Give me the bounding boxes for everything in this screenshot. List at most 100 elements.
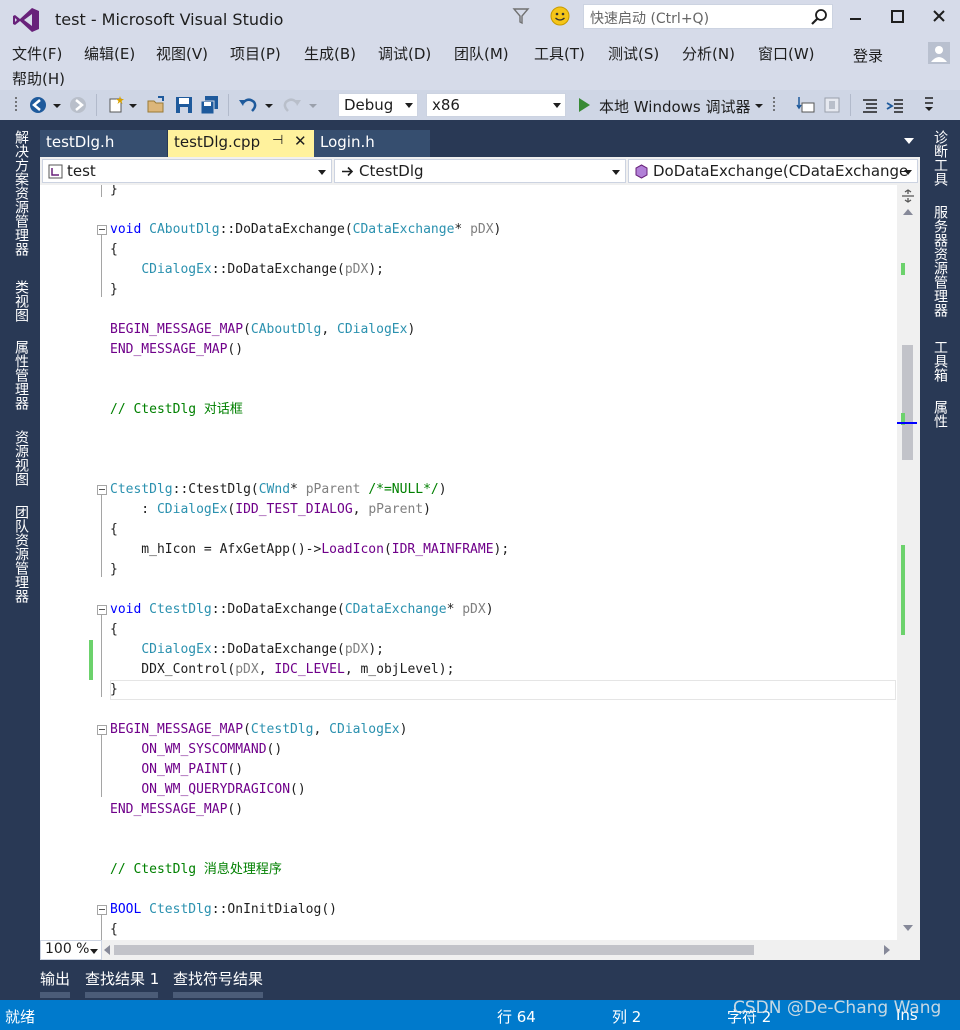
toolbox-tab[interactable]: 工具箱 <box>930 340 950 382</box>
resource-view-tab[interactable]: 资源视图 <box>11 430 31 486</box>
class-view-tab[interactable]: 类视图 <box>11 280 31 322</box>
menu-build[interactable]: 生成(B) <box>304 43 356 64</box>
vertical-scrollbar[interactable] <box>897 185 920 940</box>
pin-tab-icon[interactable]: ⊣ <box>272 133 283 148</box>
save-all-icon[interactable] <box>200 95 220 115</box>
scrollbar-thumb[interactable] <box>902 345 913 460</box>
change-marker <box>901 263 905 275</box>
debugger-dropdown-icon[interactable] <box>754 95 764 115</box>
close-button[interactable] <box>924 5 954 29</box>
menu-tools[interactable]: 工具(T) <box>534 43 585 64</box>
open-file-icon[interactable] <box>146 95 166 115</box>
menu-window[interactable]: 窗口(W) <box>758 43 815 64</box>
save-icon[interactable] <box>174 95 194 115</box>
solution-configuration-select[interactable]: Debug <box>338 93 418 117</box>
chevron-down-icon <box>318 170 326 175</box>
feedback-smiley-icon[interactable] <box>549 5 571 27</box>
find-in-files-icon[interactable] <box>796 95 816 115</box>
collapse-icon[interactable] <box>97 225 107 235</box>
new-project-dropdown-icon[interactable] <box>128 95 138 115</box>
document-tab-strip: testDlg.h testDlg.cpp ⊣ ✕ Login.h <box>40 130 920 157</box>
menu-file[interactable]: 文件(F) <box>12 43 62 64</box>
collapse-icon[interactable] <box>97 905 107 915</box>
menu-test[interactable]: 测试(S) <box>608 43 659 64</box>
uncomment-icon[interactable] <box>886 95 906 115</box>
account-avatar-icon[interactable] <box>928 42 950 64</box>
horizontal-scrollbar[interactable] <box>104 940 894 960</box>
navigate-forward-icon[interactable] <box>68 95 88 115</box>
tab-overflow-icon[interactable] <box>904 138 914 144</box>
team-explorer-tab[interactable]: 团队资源管理器 <box>11 505 31 603</box>
solution-explorer-tab[interactable]: 解决方案资源管理器 <box>11 130 31 256</box>
tab-testdlg-cpp[interactable]: testDlg.cpp <box>168 130 314 157</box>
outline-guide <box>101 495 102 577</box>
menu-edit[interactable]: 编辑(E) <box>84 43 135 64</box>
redo-icon[interactable] <box>282 95 302 115</box>
quick-launch-placeholder: 快速启动 (Ctrl+Q) <box>590 11 710 27</box>
toolbar-overflow-icon[interactable] <box>922 95 936 115</box>
code-editor[interactable]: } void CAboutDlg::DoDataExchange(CDataEx… <box>40 185 920 940</box>
sign-in-link[interactable]: 登录 <box>853 45 883 66</box>
bookmark-icon[interactable] <box>822 95 842 115</box>
solution-platform-select[interactable]: x86 <box>426 93 566 117</box>
menu-team[interactable]: 团队(M) <box>454 43 509 64</box>
tab-login-h[interactable]: Login.h <box>314 130 430 157</box>
zoom-select[interactable]: 100 % <box>40 940 102 960</box>
split-window-icon[interactable] <box>900 189 916 203</box>
line-indicator: 行 64 <box>497 1008 536 1026</box>
project-value: test <box>67 162 96 180</box>
scrollbar-thumb[interactable] <box>114 945 754 955</box>
menu-help[interactable]: 帮助(H) <box>12 68 65 89</box>
undo-dropdown-icon[interactable] <box>264 95 274 115</box>
code-line: BOOL CtestDlg::OnInitDialog() <box>110 902 337 917</box>
search-icon[interactable] <box>810 8 828 26</box>
project-select[interactable]: test <box>42 159 332 183</box>
code-line: END_MESSAGE_MAP() <box>110 342 244 357</box>
property-manager-tab[interactable]: 属性管理器 <box>11 340 31 410</box>
find-results-1-tab[interactable]: 查找结果 1 <box>85 968 159 989</box>
scroll-left-icon[interactable] <box>104 945 110 955</box>
tab-indicator <box>85 992 158 998</box>
maximize-button[interactable] <box>882 5 912 29</box>
find-symbol-results-tab[interactable]: 查找符号结果 <box>173 968 263 989</box>
member-select[interactable]: DoDataExchange(CDataExchange <box>628 159 918 183</box>
tab-testdlg-h[interactable]: testDlg.h <box>40 130 167 157</box>
collapse-icon[interactable] <box>97 485 107 495</box>
outline-guide <box>101 915 102 940</box>
menu-project[interactable]: 项目(P) <box>230 43 281 64</box>
redo-dropdown-icon[interactable] <box>308 95 318 115</box>
code-line: ON_WM_SYSCOMMAND() <box>141 742 283 757</box>
code-line: { <box>110 242 118 257</box>
toolbar-grip-icon[interactable] <box>12 95 20 115</box>
toolbar-grip-icon[interactable] <box>770 95 778 115</box>
diagnostic-tools-tab[interactable]: 诊断工具 <box>930 130 950 186</box>
scroll-down-icon[interactable] <box>903 925 913 931</box>
undo-icon[interactable] <box>238 95 258 115</box>
collapse-icon[interactable] <box>97 605 107 615</box>
server-explorer-tab[interactable]: 服务器资源管理器 <box>930 205 950 317</box>
toolbar-separator <box>850 94 851 116</box>
cpp-project-icon <box>48 164 63 179</box>
scroll-right-icon[interactable] <box>884 945 890 955</box>
collapse-icon[interactable] <box>97 725 107 735</box>
chevron-down-icon <box>612 170 620 175</box>
quick-launch-input[interactable]: 快速启动 (Ctrl+Q) <box>583 4 833 29</box>
comment-out-icon[interactable] <box>860 95 880 115</box>
start-debugger-button[interactable]: 本地 Windows 调试器 <box>599 96 751 117</box>
properties-tab[interactable]: 属性 <box>930 400 950 428</box>
code-line: m_hIcon = AfxGetApp()->LoadIcon(IDR_MAIN… <box>110 542 510 557</box>
new-project-icon[interactable] <box>106 95 126 115</box>
menu-analyze[interactable]: 分析(N) <box>682 43 735 64</box>
menu-debug[interactable]: 调试(D) <box>378 43 431 64</box>
back-dropdown-icon[interactable] <box>52 95 62 115</box>
minimize-button[interactable] <box>840 5 870 29</box>
navigate-back-icon[interactable] <box>28 95 48 115</box>
code-line: DDX_Control(pDX, IDC_LEVEL, m_objLevel); <box>110 662 455 677</box>
close-tab-icon[interactable]: ✕ <box>294 132 307 150</box>
notification-filter-icon[interactable] <box>512 6 530 26</box>
menu-view[interactable]: 视图(V) <box>156 43 208 64</box>
start-debugging-icon[interactable] <box>574 95 594 115</box>
output-tab[interactable]: 输出 <box>40 968 70 989</box>
scroll-up-icon[interactable] <box>903 209 913 215</box>
class-select[interactable]: CtestDlg <box>334 159 626 183</box>
